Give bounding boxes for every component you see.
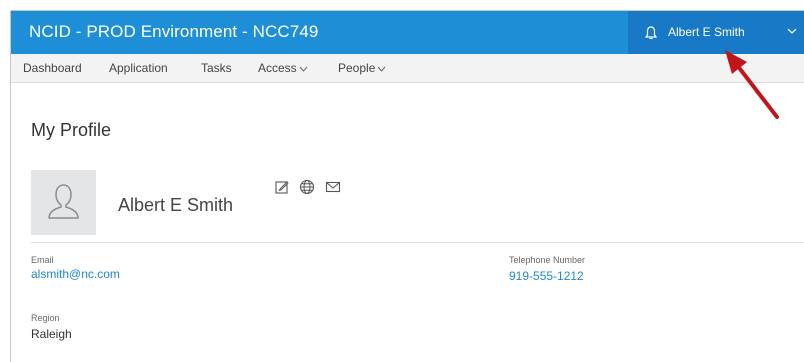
nav-access[interactable]: Access — [258, 61, 308, 75]
divider — [31, 242, 804, 243]
chevron-down-icon — [299, 66, 308, 72]
nav-application[interactable]: Application — [109, 61, 168, 75]
region-label: Region — [31, 313, 60, 323]
annotation-arrow — [725, 50, 779, 119]
bell-icon[interactable] — [644, 25, 658, 41]
email-value[interactable]: alsmith@nc.com — [31, 267, 120, 281]
app-window: NCID - PROD Environment - NCC749 Albert … — [10, 10, 804, 362]
avatar — [31, 170, 96, 235]
page-title: My Profile — [31, 120, 112, 140]
globe-icon[interactable] — [299, 179, 315, 195]
edit-icon[interactable] — [274, 179, 290, 195]
region-value: Raleigh — [31, 327, 72, 341]
telephone-value[interactable]: 919-555-1212 — [509, 269, 584, 283]
nav-dashboard[interactable]: Dashboard — [23, 61, 82, 75]
chevron-down-icon — [377, 66, 386, 72]
app-title: NCID - PROD Environment - NCC749 — [29, 22, 319, 41]
user-name[interactable]: Albert E Smith — [668, 25, 745, 39]
chevron-down-icon[interactable] — [787, 27, 797, 35]
email-label: Email — [31, 255, 54, 265]
nav-tasks[interactable]: Tasks — [201, 61, 232, 75]
profile-name: Albert E Smith — [118, 195, 234, 215]
mail-icon[interactable] — [325, 179, 341, 195]
nav-access-label: Access — [258, 61, 297, 75]
user-silhouette-icon — [48, 184, 79, 219]
nav-people-label: People — [338, 61, 376, 75]
main-nav: Dashboard Application Tasks Access Peopl… — [11, 54, 804, 83]
telephone-label: Telephone Number — [509, 255, 586, 265]
nav-people[interactable]: People — [338, 61, 386, 75]
app-header: NCID - PROD Environment - NCC749 Albert … — [11, 11, 804, 54]
